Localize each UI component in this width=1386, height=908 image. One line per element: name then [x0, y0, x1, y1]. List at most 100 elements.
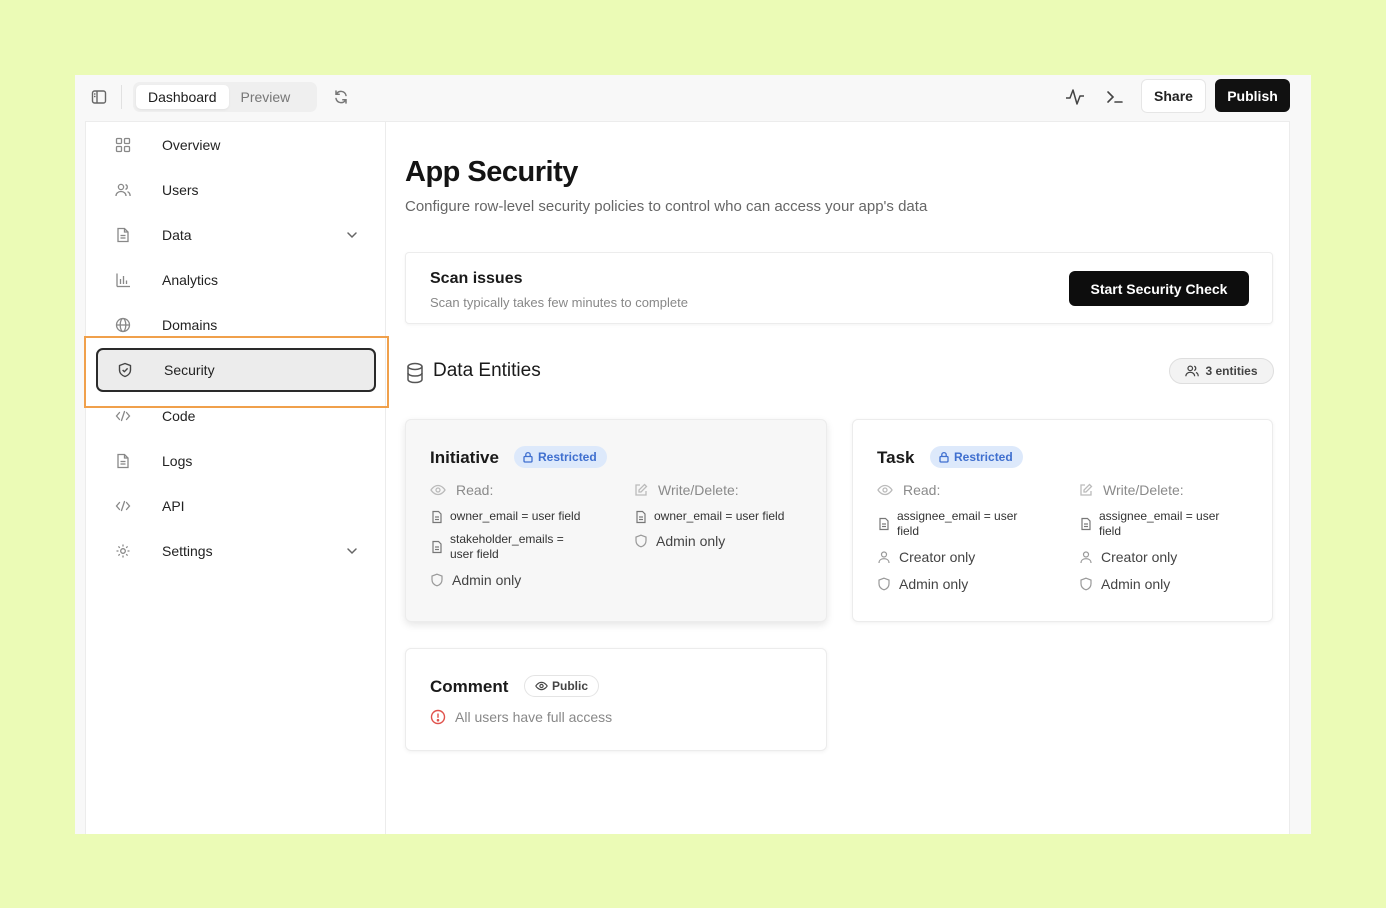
shield-icon	[1080, 577, 1092, 591]
status-badge: Restricted	[514, 446, 607, 468]
bar-chart-icon	[112, 269, 134, 291]
status-badge-label: Restricted	[538, 450, 597, 464]
sidebar-item-users[interactable]: Users	[96, 168, 376, 212]
sidebar-item-analytics[interactable]: Analytics	[96, 258, 376, 302]
sidebar-item-label: API	[162, 498, 185, 514]
rule-text: stakeholder_emails = user field	[450, 532, 564, 561]
file-icon	[1081, 517, 1091, 531]
entity-card-task[interactable]: Task Restricted Read: Write/Delete: assi	[852, 419, 1273, 622]
status-badge: Restricted	[930, 446, 1023, 468]
rule-item: Admin only	[634, 533, 725, 549]
eye-icon	[535, 681, 548, 691]
code-icon	[112, 405, 134, 427]
file-icon	[879, 517, 889, 531]
database-icon	[405, 362, 425, 384]
page-subtitle: Configure row-level security policies to…	[405, 198, 928, 215]
sidebar-item-label: Data	[162, 227, 192, 243]
read-header: Read:	[430, 482, 493, 498]
read-header: Read:	[877, 482, 940, 498]
lock-icon	[523, 451, 533, 463]
sidebar-item-overview[interactable]: Overview	[96, 123, 376, 167]
content-frame: Overview Users Data Analytics Domains Se…	[84, 121, 1290, 834]
rule-text: assignee_email = user field	[897, 509, 1018, 538]
sidebar-item-label: Overview	[162, 137, 221, 153]
write-header: Write/Delete:	[1079, 482, 1184, 498]
sidebar-toggle-icon[interactable]	[89, 87, 109, 107]
refresh-icon[interactable]	[330, 86, 352, 108]
rule-item: Admin only	[430, 572, 521, 588]
top-bar: Dashboard Preview Share Publish	[75, 75, 1311, 119]
gear-icon	[112, 540, 134, 562]
shield-icon	[431, 573, 443, 587]
entities-count: 3 entities	[1205, 364, 1258, 378]
globe-icon	[112, 314, 134, 336]
eye-icon	[877, 484, 893, 496]
app-window: Dashboard Preview Share Publish Overview…	[75, 75, 1311, 834]
scan-card: Scan issues Scan typically takes few min…	[405, 252, 1273, 324]
sidebar-item-label: Settings	[162, 543, 213, 559]
sidebar-item-data[interactable]: Data	[96, 213, 376, 257]
scan-title: Scan issues	[430, 270, 523, 287]
tab-dashboard[interactable]: Dashboard	[136, 85, 229, 109]
sidebar-item-security[interactable]: Security	[96, 348, 376, 392]
grid-icon	[112, 134, 134, 156]
code-icon	[112, 495, 134, 517]
share-button[interactable]: Share	[1141, 79, 1206, 113]
entities-count-badge: 3 entities	[1169, 358, 1274, 384]
user-icon	[878, 551, 890, 564]
access-note: All users have full access	[430, 709, 612, 725]
start-security-check-button[interactable]: Start Security Check	[1069, 271, 1249, 306]
user-icon	[1080, 551, 1092, 564]
tab-preview[interactable]: Preview	[229, 85, 303, 109]
sidebar-item-settings[interactable]: Settings	[96, 529, 376, 573]
file-icon	[432, 510, 442, 524]
rule-item: owner_email = user field	[430, 509, 580, 524]
terminal-icon[interactable]	[1103, 85, 1127, 109]
shield-icon	[878, 577, 890, 591]
shield-icon	[635, 534, 647, 548]
file-icon	[112, 224, 134, 246]
chevron-down-icon[interactable]	[344, 543, 360, 559]
sidebar: Overview Users Data Analytics Domains Se…	[84, 122, 389, 834]
users-icon	[1185, 365, 1200, 377]
edit-icon	[1080, 483, 1093, 496]
entity-name: Task	[877, 448, 915, 467]
sidebar-item-label: Security	[164, 362, 215, 378]
entity-card-initiative[interactable]: Initiative Restricted Read: Write/Delete…	[405, 419, 827, 622]
sidebar-item-label: Users	[162, 182, 199, 198]
rule-text: assignee_email = user field	[1099, 509, 1220, 538]
publish-button[interactable]: Publish	[1215, 79, 1290, 112]
sidebar-item-api[interactable]: API	[96, 484, 376, 528]
rule-item: stakeholder_emails = user field	[430, 532, 564, 562]
sidebar-item-label: Domains	[162, 317, 218, 333]
status-badge: Public	[524, 675, 600, 697]
sidebar-item-label: Analytics	[162, 272, 219, 288]
file-icon	[636, 510, 646, 524]
sidebar-item-domains[interactable]: Domains	[96, 303, 376, 347]
chevron-down-icon[interactable]	[344, 227, 360, 243]
write-header: Write/Delete:	[634, 482, 739, 498]
rule-item: owner_email = user field	[634, 509, 784, 524]
section-title: Data Entities	[433, 360, 541, 381]
file-icon	[112, 450, 134, 472]
eye-icon	[430, 484, 446, 496]
sidebar-item-label: Logs	[162, 453, 193, 469]
rule-item: Creator only	[1079, 549, 1177, 565]
divider	[121, 85, 122, 109]
shield-icon	[114, 359, 136, 381]
file-icon	[432, 540, 442, 554]
rule-item: Admin only	[1079, 576, 1170, 592]
rule-item: assignee_email = user field	[877, 509, 1017, 539]
sidebar-item-logs[interactable]: Logs	[96, 439, 376, 483]
edit-icon	[635, 483, 648, 496]
entity-card-comment[interactable]: Comment Public All users have full acces…	[405, 648, 827, 751]
scan-subtitle: Scan typically takes few minutes to comp…	[430, 295, 688, 310]
activity-icon[interactable]	[1063, 85, 1087, 109]
status-badge-label: Public	[552, 679, 589, 693]
sidebar-item-code[interactable]: Code	[96, 394, 376, 438]
page-title: App Security	[405, 156, 578, 188]
lock-icon	[939, 451, 949, 463]
entity-name: Comment	[430, 677, 509, 696]
rule-item: assignee_email = user field	[1079, 509, 1219, 539]
rule-item: Creator only	[877, 549, 975, 565]
